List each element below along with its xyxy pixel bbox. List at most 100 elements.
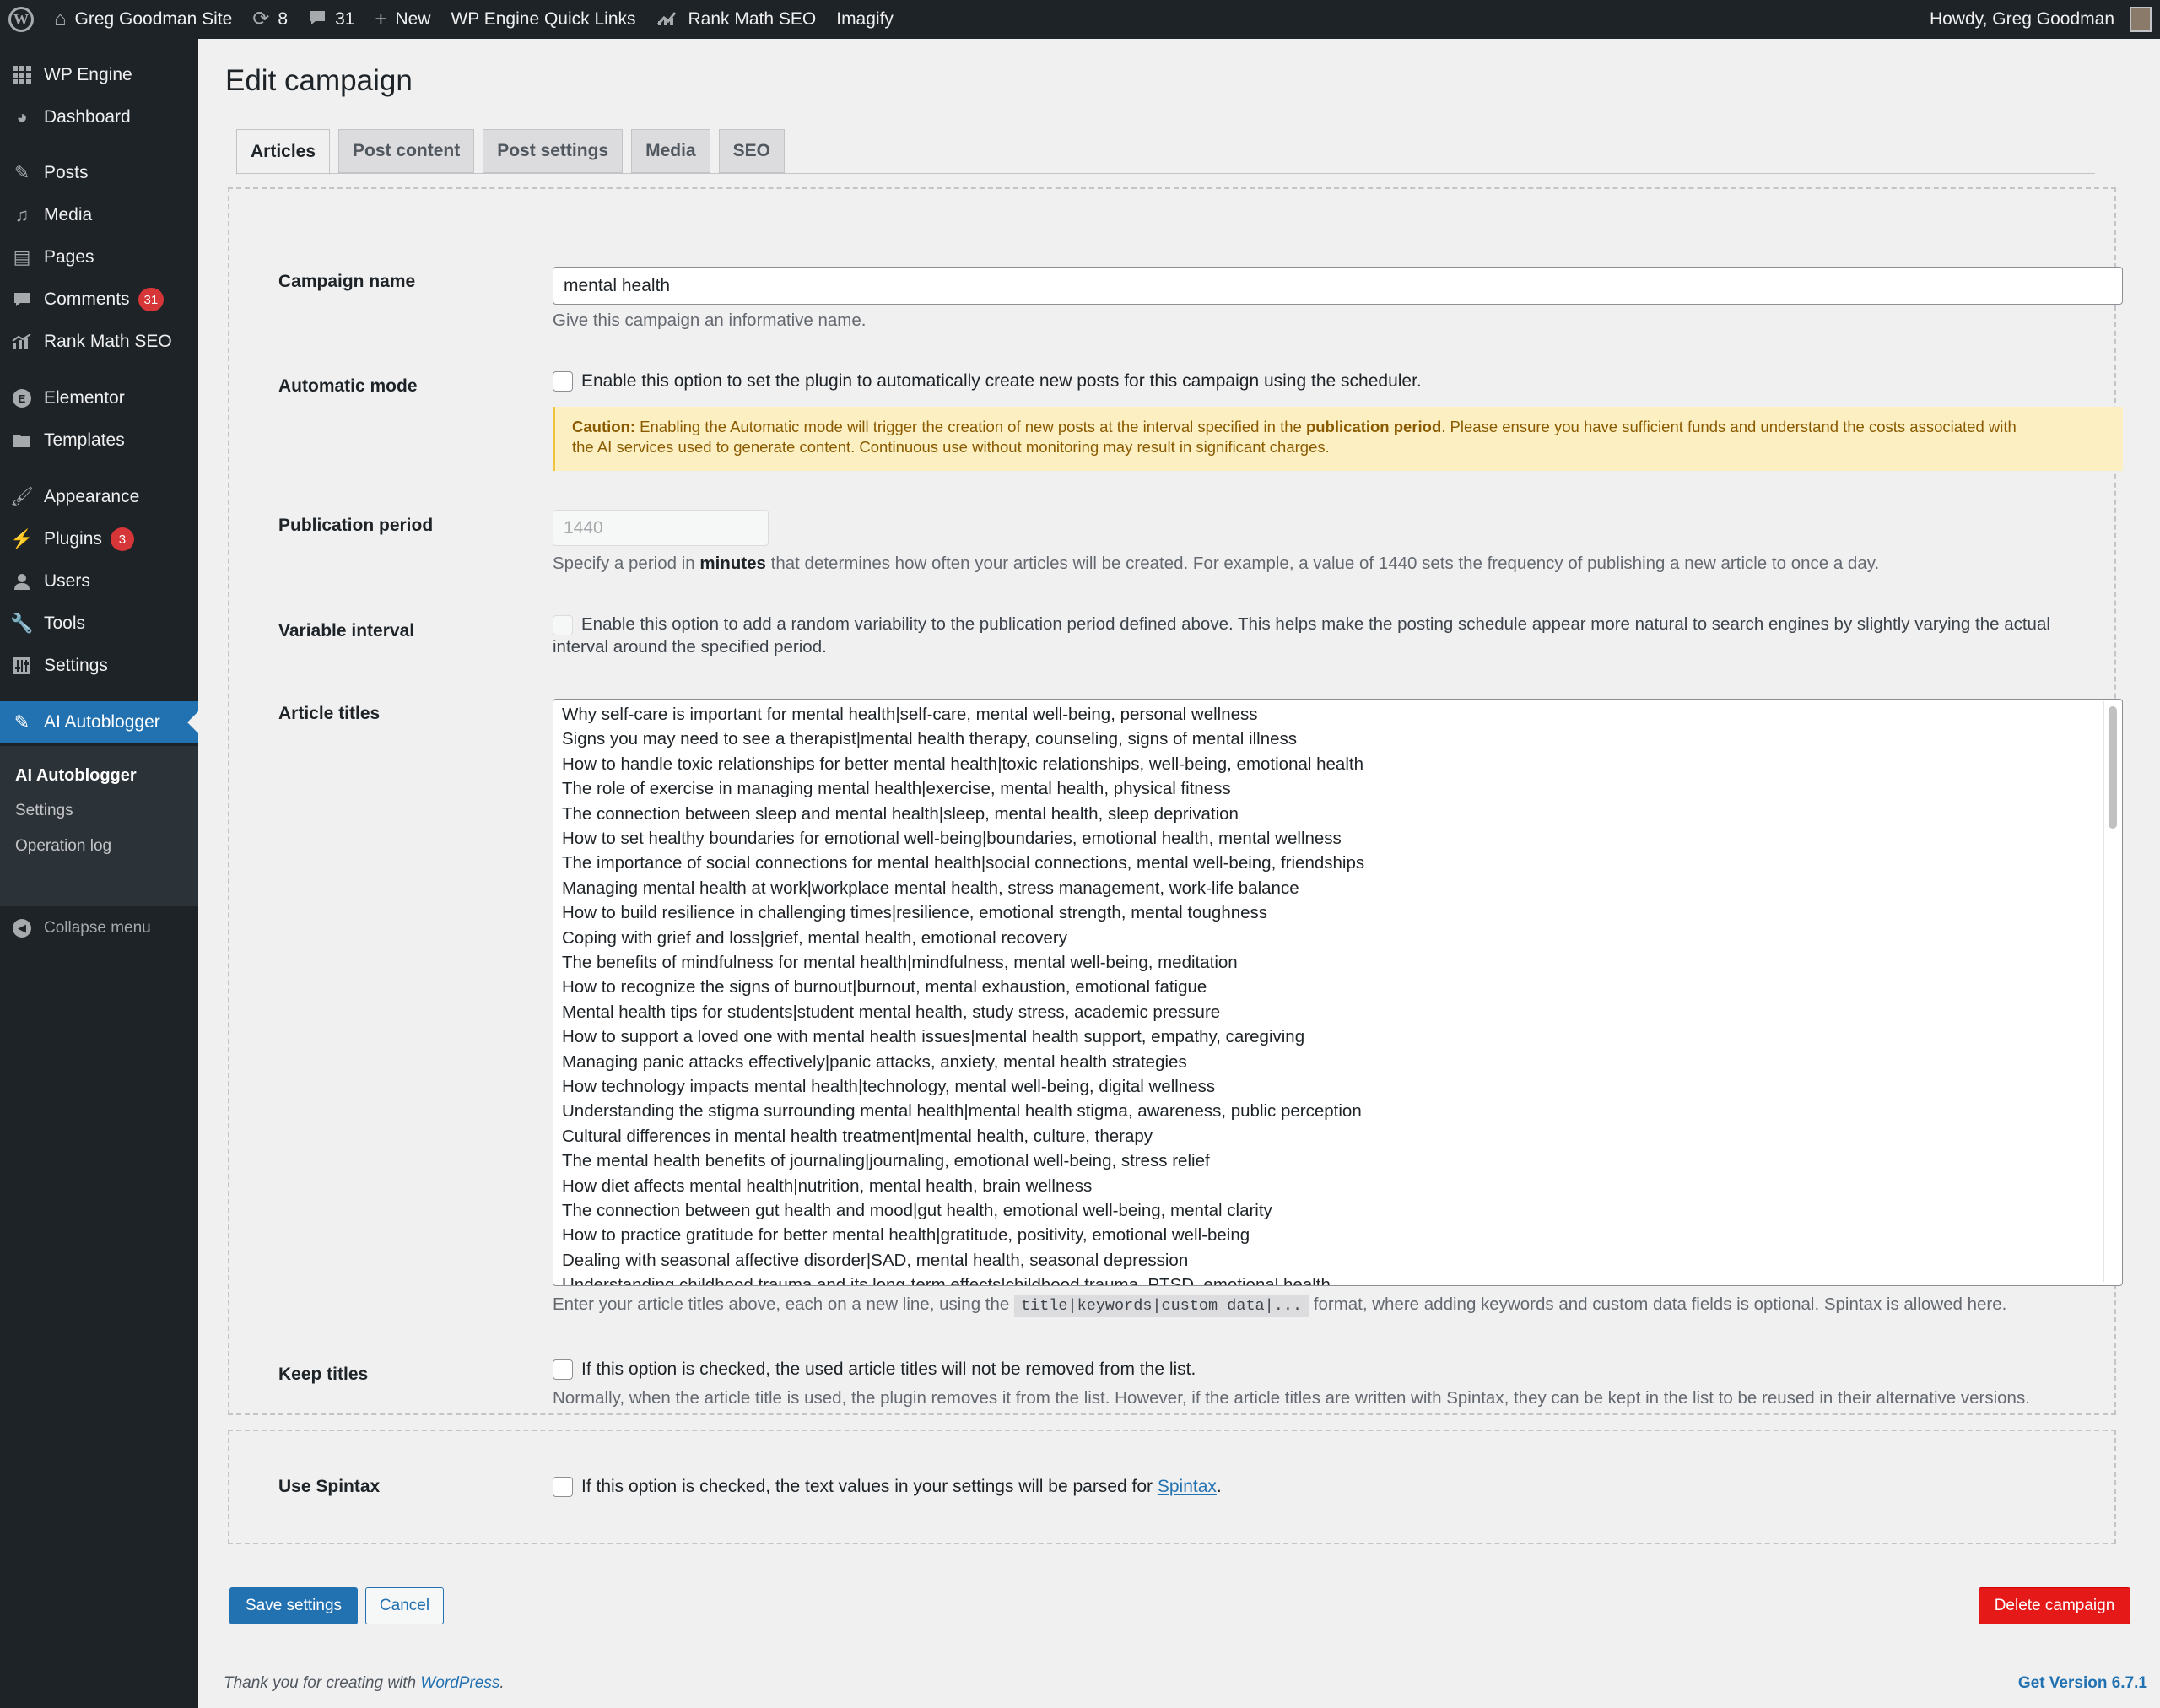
tab-post-settings[interactable]: Post settings	[483, 129, 624, 173]
admin-bar: W ⌂ Greg Goodman Site ⟳ 8 31 + New WP En…	[0, 0, 2160, 39]
tab-post-content[interactable]: Post content	[338, 129, 475, 173]
sidebar-item-label: Tools	[44, 613, 86, 633]
sidebar-item-elementor[interactable]: E Elementor	[0, 377, 198, 419]
sidebar-item-dashboard[interactable]: ◕ Dashboard	[0, 96, 198, 138]
article-title-line: Understanding the stigma surrounding men…	[562, 1101, 1362, 1122]
sidebar-item-label: Dashboard	[44, 107, 131, 127]
article-title-line: How to recognize the signs of burnout|bu…	[562, 977, 1207, 997]
sidebar-item-label: Rank Math SEO	[44, 332, 172, 351]
sidebar-item-label: Appearance	[44, 487, 140, 506]
textarea-scrollbar[interactable]	[2103, 701, 2120, 1282]
automatic-mode-checkbox[interactable]	[553, 371, 573, 392]
sidebar-item-templates[interactable]: Templates	[0, 419, 198, 462]
sidebar-item-media[interactable]: ♫ Media	[0, 194, 198, 236]
collapse-menu-button[interactable]: ◀ Collapse menu	[0, 908, 198, 949]
publication-period-description: Specify a period in minutes that determi…	[553, 554, 1880, 573]
new-content-menu[interactable]: + New	[364, 0, 440, 39]
tab-media[interactable]: Media	[631, 129, 710, 173]
tab-seo[interactable]: SEO	[718, 129, 785, 173]
updates-icon: ⟳	[252, 8, 270, 30]
textarea-scroll-thumb[interactable]	[2109, 706, 2117, 829]
article-title-line: Cultural differences in mental health tr…	[562, 1126, 1153, 1146]
brush-icon: 🖌	[10, 486, 34, 507]
submenu-item-ai-autoblogger[interactable]: AI Autoblogger	[15, 766, 137, 786]
use-spintax-text: If this option is checked, the text valu…	[581, 1477, 1222, 1496]
sidebar-item-wp-engine[interactable]: WP Engine	[0, 54, 198, 96]
main-content: Edit campaign Articles Post content Post…	[198, 39, 2160, 1708]
tab-articles[interactable]: Articles	[236, 129, 331, 175]
sidebar-item-plugins[interactable]: ⚡ Plugins 3	[0, 518, 198, 560]
plugins-badge: 3	[110, 527, 134, 551]
article-title-line: Signs you may need to see a therapist|me…	[562, 729, 1297, 749]
sidebar-item-label: Posts	[44, 163, 89, 182]
submenu-item-settings[interactable]: Settings	[15, 802, 73, 820]
sidebar-item-label: Comments	[44, 289, 130, 309]
sidebar-item-rank-math[interactable]: Rank Math SEO	[0, 321, 198, 363]
comment-icon	[0, 291, 44, 308]
sidebar-item-label: Settings	[44, 656, 108, 675]
sidebar-item-appearance[interactable]: 🖌 Appearance	[0, 476, 198, 518]
user-icon	[0, 573, 44, 590]
footer-thanks: Thank you for creating with WordPress.	[224, 1674, 505, 1692]
imagify-menu[interactable]: Imagify	[826, 0, 904, 39]
quick-links-label: WP Engine Quick Links	[451, 9, 636, 29]
sidebar-item-comments[interactable]: Comments 31	[0, 278, 198, 321]
keep-titles-checkbox[interactable]	[553, 1359, 573, 1380]
sidebar-item-ai-autoblogger[interactable]: ✎ AI Autoblogger	[0, 701, 198, 743]
plug-icon: ⚡	[10, 528, 34, 549]
pin-icon: ✎	[14, 162, 30, 183]
campaign-name-input[interactable]: mental health	[553, 267, 2123, 305]
article-title-line: Why self-care is important for mental he…	[562, 705, 1258, 724]
article-title-line: Understanding childhood trauma and its l…	[562, 1275, 1331, 1286]
pen-icon: ✎	[14, 711, 30, 732]
delete-campaign-button[interactable]: Delete campaign	[1979, 1587, 2130, 1624]
article-title-line: How to support a loved one with mental h…	[562, 1027, 1305, 1047]
sidebar-item-settings[interactable]: Settings	[0, 645, 198, 687]
rank-math-menu[interactable]: Rank Math SEO	[646, 0, 827, 39]
article-title-line: Managing mental health at work|workplace…	[562, 878, 1299, 898]
sidebar-item-pages[interactable]: ▤ Pages	[0, 236, 198, 278]
comments-menu[interactable]: 31	[298, 0, 364, 39]
sidebar-item-users[interactable]: Users	[0, 560, 198, 603]
article-title-line: The benefits of mindfulness for mental h…	[562, 953, 1238, 972]
wp-engine-quick-links-menu[interactable]: WP Engine Quick Links	[440, 0, 645, 39]
site-name: Greg Goodman Site	[74, 9, 233, 29]
comments-badge: 31	[138, 288, 165, 311]
publication-period-input[interactable]: 1440	[553, 510, 769, 546]
campaign-name-value: mental health	[564, 275, 671, 295]
use-spintax-checkbox[interactable]	[553, 1477, 573, 1497]
page-title: Edit campaign	[225, 64, 413, 97]
updates-menu[interactable]: ⟳ 8	[242, 0, 298, 39]
sidebar-item-tools[interactable]: 🔧 Tools	[0, 603, 198, 645]
wordpress-logo-menu[interactable]: W	[0, 0, 44, 39]
keep-titles-text: If this option is checked, the used arti…	[581, 1359, 1196, 1379]
article-title-line: How to handle toxic relationships for be…	[562, 754, 1364, 774]
sidebar-item-label: Media	[44, 205, 93, 224]
howdy-text: Howdy, Greg Goodman	[1929, 9, 2114, 29]
article-title-line: Managing panic attacks effectively|panic…	[562, 1051, 1187, 1072]
caution-label: Caution:	[572, 418, 636, 435]
save-settings-button[interactable]: Save settings	[230, 1587, 358, 1624]
submenu-item-operation-log[interactable]: Operation log	[15, 837, 111, 856]
site-name-menu[interactable]: ⌂ Greg Goodman Site	[44, 0, 242, 39]
collapse-arrow-icon: ◀	[13, 919, 31, 938]
sidebar-item-posts[interactable]: ✎ Posts	[0, 152, 198, 194]
article-title-line: The role of exercise in managing mental …	[562, 779, 1231, 799]
variable-interval-checkbox[interactable]	[553, 615, 573, 635]
comments-count: 31	[335, 9, 355, 29]
wordpress-link[interactable]: WordPress	[420, 1674, 500, 1692]
imagify-label: Imagify	[836, 9, 894, 29]
sidebar-item-label: Elementor	[44, 388, 125, 408]
format-code: title|keywords|custom data|...	[1014, 1295, 1310, 1317]
my-account-menu[interactable]: Howdy, Greg Goodman	[1920, 0, 2152, 39]
campaign-name-description: Give this campaign an informative name.	[553, 311, 867, 330]
campaign-name-label: Campaign name	[278, 272, 416, 291]
get-version-link[interactable]: Get Version 6.7.1	[2018, 1674, 2147, 1693]
cancel-button[interactable]: Cancel	[365, 1587, 444, 1624]
updates-count: 8	[278, 9, 289, 29]
caution-notice: Caution: Enabling the Automatic mode wil…	[553, 407, 2123, 471]
article-title-line: Coping with grief and loss|grief, mental…	[562, 927, 1067, 948]
spintax-link[interactable]: Spintax	[1158, 1477, 1217, 1496]
sidebar-item-label: Plugins	[44, 529, 102, 549]
article-titles-textarea[interactable]: Why self-care is important for mental he…	[553, 699, 2123, 1286]
